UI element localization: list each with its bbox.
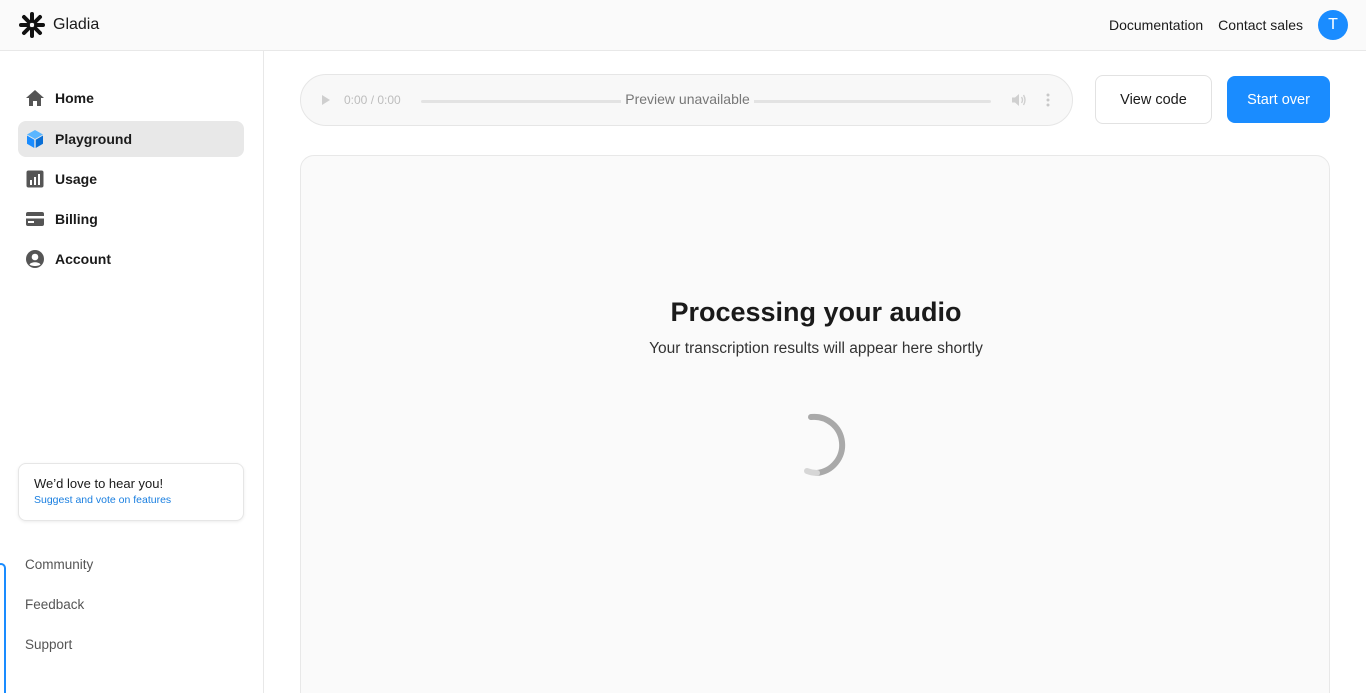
home-icon <box>25 88 45 108</box>
view-code-button[interactable]: View code <box>1095 75 1212 124</box>
credit-card-icon <box>25 209 45 229</box>
side-drawer-handle[interactable] <box>0 563 6 693</box>
player-status-text: Preview unavailable <box>621 91 754 107</box>
player-status: Preview unavailable <box>301 91 1074 107</box>
sidebar: Home Playground Usage Billing Account We… <box>0 51 264 693</box>
more-options-icon[interactable] <box>1045 92 1051 108</box>
support-link[interactable]: Support <box>25 637 72 652</box>
sidebar-item-billing[interactable]: Billing <box>18 201 244 237</box>
sidebar-item-label: Account <box>55 251 111 267</box>
sidebar-item-label: Usage <box>55 171 98 187</box>
sidebar-item-account[interactable]: Account <box>18 241 244 277</box>
top-bar: Gladia Documentation Contact sales T <box>0 0 1366 51</box>
brand[interactable]: Gladia <box>18 11 99 39</box>
loading-spinner-icon <box>804 413 846 476</box>
suggest-features-link[interactable]: Suggest and vote on features <box>34 494 228 506</box>
sidebar-item-playground[interactable]: Playground <box>18 121 244 157</box>
community-link[interactable]: Community <box>25 557 93 572</box>
processing-title: Processing your audio <box>670 297 962 327</box>
bar-chart-icon <box>25 169 45 189</box>
audio-player: 0:00 / 0:00 Preview unavailable <box>300 74 1073 126</box>
documentation-link[interactable]: Documentation <box>1109 17 1203 33</box>
processing-subtitle: Your transcription results will appear h… <box>649 340 983 357</box>
sidebar-item-home[interactable]: Home <box>18 80 244 116</box>
user-circle-icon <box>25 249 45 269</box>
top-links: Documentation Contact sales T <box>1109 10 1348 40</box>
sidebar-item-usage[interactable]: Usage <box>18 161 244 197</box>
brand-name: Gladia <box>53 16 100 33</box>
avatar[interactable]: T <box>1318 10 1348 40</box>
feedback-link[interactable]: Feedback <box>25 597 84 612</box>
feedback-card-title: We’d love to hear you! <box>34 476 164 491</box>
gladia-logo-icon <box>19 12 45 38</box>
feedback-card[interactable]: We’d love to hear you! Suggest and vote … <box>18 463 244 521</box>
cube-icon <box>25 129 45 149</box>
processing-panel: Processing your audio Your transcription… <box>300 155 1330 693</box>
start-over-button[interactable]: Start over <box>1227 76 1330 123</box>
volume-icon[interactable] <box>1011 93 1027 107</box>
sidebar-item-label: Home <box>55 90 94 106</box>
sidebar-item-label: Playground <box>55 131 133 147</box>
sidebar-item-label: Billing <box>55 211 98 227</box>
contact-sales-link[interactable]: Contact sales <box>1218 17 1303 33</box>
